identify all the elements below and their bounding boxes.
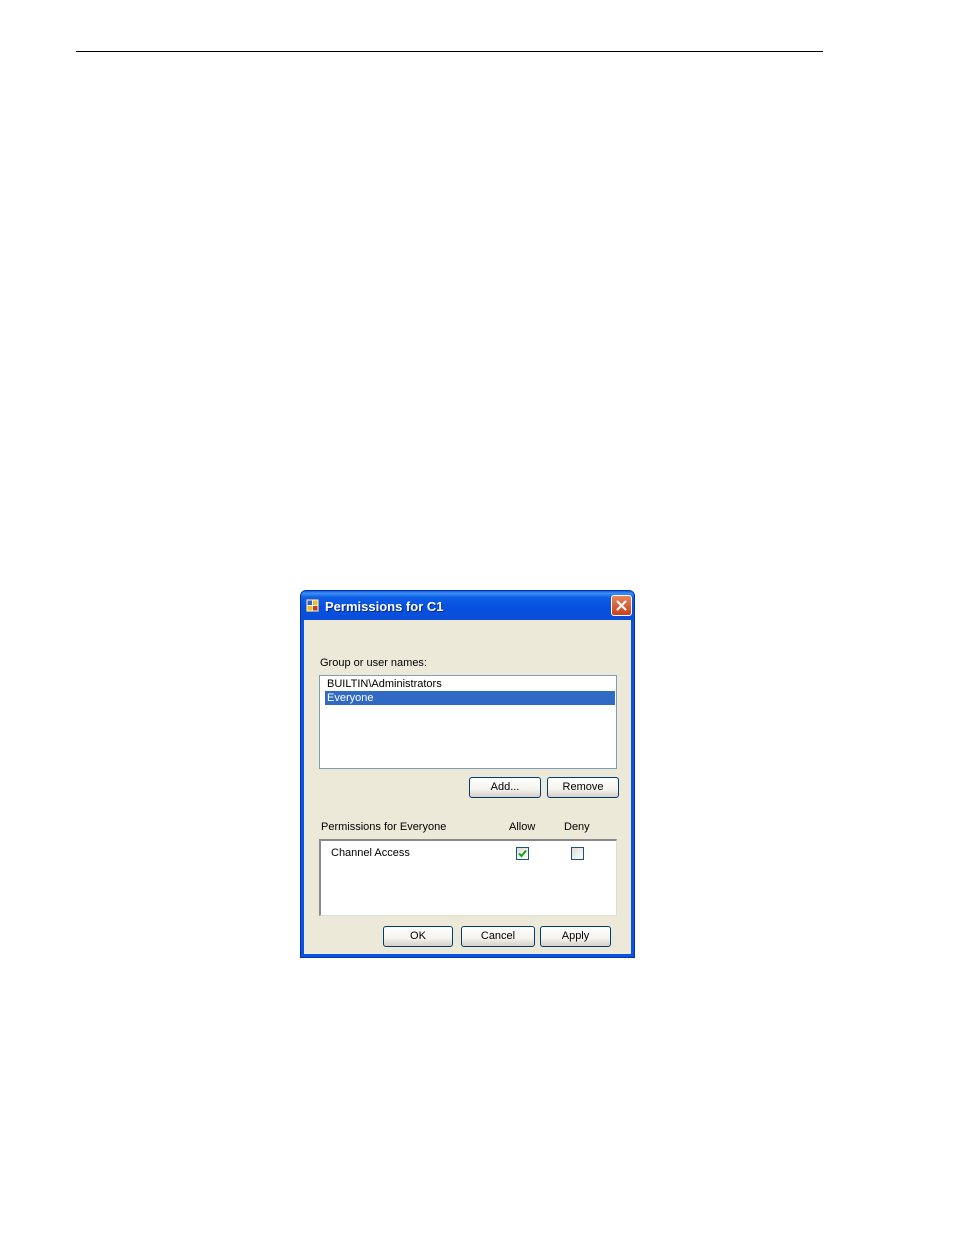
group-or-user-names-label: Group or user names: bbox=[320, 657, 427, 669]
deny-column-header: Deny bbox=[564, 821, 590, 833]
dialog-titlebar[interactable]: Permissions for C1 bbox=[301, 591, 634, 620]
user-list[interactable]: BUILTIN\Administrators Everyone bbox=[319, 675, 617, 769]
deny-checkbox[interactable] bbox=[571, 847, 584, 860]
allow-column-header: Allow bbox=[509, 821, 536, 833]
permissions-app-icon bbox=[305, 598, 320, 613]
dialog-title: Permissions for C1 bbox=[325, 599, 444, 614]
allow-checkbox[interactable] bbox=[516, 847, 529, 860]
checkmark-icon bbox=[518, 849, 527, 858]
permissions-for-label: Permissions for Everyone bbox=[321, 821, 447, 833]
dialog-body: Group or user names: BUILTIN\Administrat… bbox=[304, 620, 631, 954]
close-button[interactable] bbox=[611, 595, 632, 616]
permissions-dialog: Permissions for C1 Group or user names: … bbox=[300, 590, 635, 958]
cancel-button[interactable]: Cancel bbox=[461, 926, 535, 947]
add-button[interactable]: Add... bbox=[469, 777, 541, 798]
list-item[interactable]: BUILTIN\Administrators bbox=[325, 677, 615, 691]
close-icon bbox=[616, 600, 627, 611]
remove-button[interactable]: Remove bbox=[547, 777, 619, 798]
page-header-rule bbox=[76, 51, 823, 52]
list-item-selected[interactable]: Everyone bbox=[325, 691, 615, 705]
permissions-list[interactable]: Channel Access bbox=[319, 839, 617, 916]
apply-button[interactable]: Apply bbox=[540, 926, 611, 947]
ok-button[interactable]: OK bbox=[383, 926, 453, 947]
permission-name: Channel Access bbox=[331, 847, 410, 859]
